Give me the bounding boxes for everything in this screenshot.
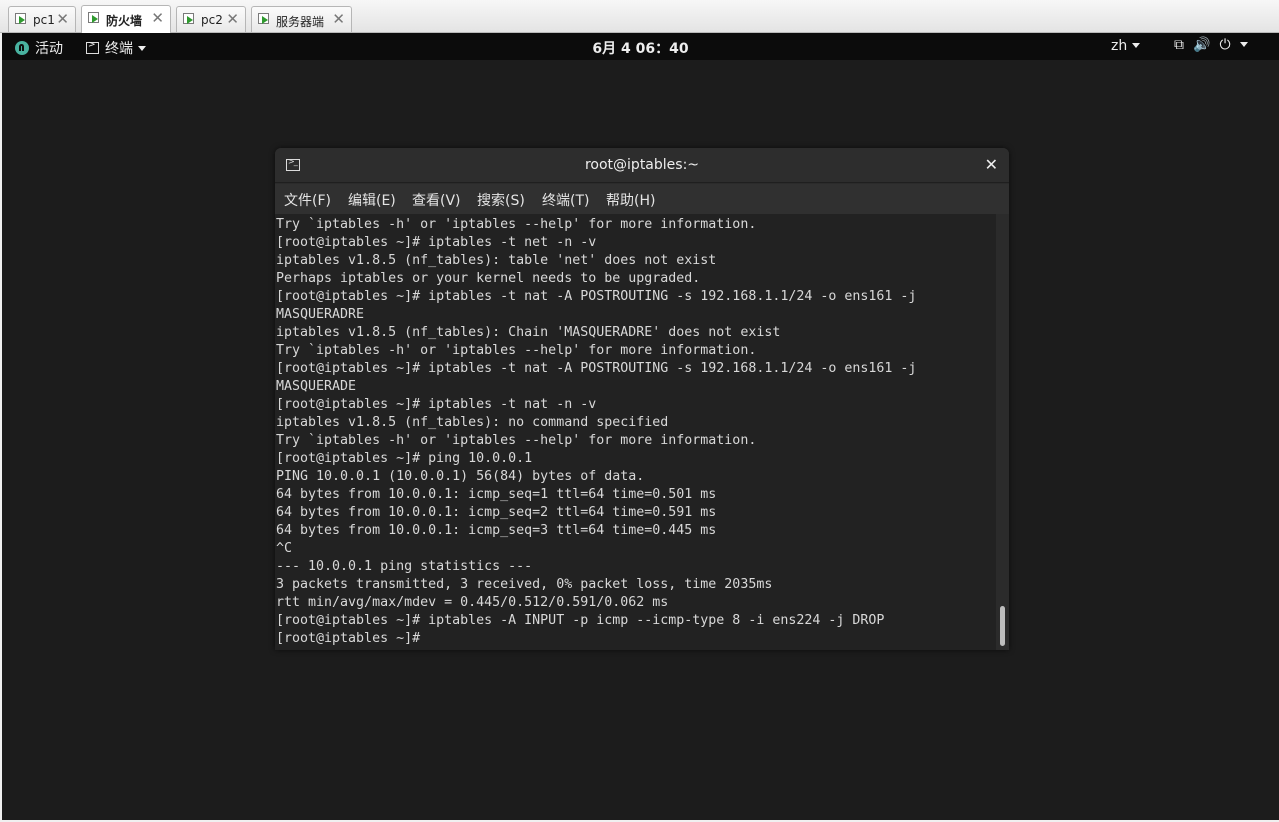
terminal-line: ^C [276,541,293,556]
vm-tab-server[interactable]: 服务器端 ✕ [251,6,352,32]
menu-file[interactable]: 文件(F) [284,190,331,210]
terminal-line: [root@iptables ~]# iptables -t net -n -v [276,235,597,250]
terminal-line: [root@iptables ~]# iptables -t nat -A PO… [276,361,917,376]
terminal-output[interactable]: Try `iptables -h' or 'iptables --help' f… [275,214,1009,650]
terminal-line: 3 packets transmitted, 3 received, 0% pa… [276,577,773,592]
close-icon[interactable]: ✕ [151,9,164,27]
guest-desktop: 活动 终端 6月 4 06：40 zh ⧉🔊⏻ root@iptables:~ … [2,33,1279,820]
menu-edit[interactable]: 编辑(E) [348,190,396,210]
terminal-line: --- 10.0.0.1 ping statistics --- [276,559,533,574]
vm-tab-label: pc2 [201,13,223,27]
terminal-line: [root@iptables ~]# iptables -A INPUT -p … [276,613,885,628]
close-icon[interactable]: ✕ [332,10,345,28]
terminal-line: 64 bytes from 10.0.0.1: icmp_seq=1 ttl=6… [276,487,717,502]
close-icon[interactable]: ✕ [226,10,239,28]
chevron-down-icon [1132,43,1141,48]
gnome-top-bar: 活动 终端 6月 4 06：40 zh ⧉🔊⏻ [2,33,1279,60]
vm-tab-label: pc1 [33,13,55,27]
window-title: root@iptables:~ [584,157,700,173]
terminal-line: Try `iptables -h' or 'iptables --help' f… [276,217,757,232]
terminal-line: PING 10.0.0.1 (10.0.0.1) 56(84) bytes of… [276,469,645,484]
terminal-menu-bar: 文件(F) 编辑(E) 查看(V) 搜索(S) 终端(T) 帮助(H) [275,184,1009,214]
terminal-header-bar[interactable]: root@iptables:~ ✕ [275,148,1009,183]
terminal-line: [root@iptables ~]# iptables -t nat -A PO… [276,289,917,304]
vm-tab-pc1[interactable]: pc1 ✕ [8,6,76,32]
vm-icon [15,13,26,24]
clock[interactable]: 6月 4 06：40 [2,38,1279,58]
scrollbar[interactable] [996,214,1009,650]
menu-view[interactable]: 查看(V) [412,190,461,210]
vm-tab-pc2[interactable]: pc2 ✕ [176,6,246,32]
network-icon: ⧉ [1174,37,1184,53]
close-icon[interactable]: ✕ [56,10,69,28]
terminal-line: [root@iptables ~]# [276,631,429,646]
menu-search[interactable]: 搜索(S) [477,190,525,210]
system-tray[interactable]: ⧉ 🔊 ⏻ [1174,37,1257,53]
terminal-line: Try `iptables -h' or 'iptables --help' f… [276,343,757,358]
terminal-line: 64 bytes from 10.0.0.1: icmp_seq=2 ttl=6… [276,505,717,520]
vm-icon [258,13,269,24]
vm-tab-label: 防火墙 [106,14,143,28]
terminal-line: iptables v1.8.5 (nf_tables): no command … [276,415,669,430]
terminal-line: iptables v1.8.5 (nf_tables): table 'net'… [276,253,717,268]
terminal-line: MASQUERADRE [276,307,365,322]
terminal-line: rtt min/avg/max/mdev = 0.445/0.512/0.591… [276,595,669,610]
terminal-line: 64 bytes from 10.0.0.1: icmp_seq=3 ttl=6… [276,523,717,538]
language-label: zh [1111,38,1128,54]
terminal-lines: Try `iptables -h' or 'iptables --help' f… [276,216,916,648]
scrollbar-thumb[interactable] [1000,606,1005,646]
terminal-window[interactable]: root@iptables:~ ✕ 文件(F) 编辑(E) 查看(V) 搜索(S… [275,148,1009,650]
terminal-line: [root@iptables ~]# ping 10.0.0.1 [276,451,533,466]
vm-tab-firewall[interactable]: 防火墙 ✕ [81,5,171,33]
menu-terminal[interactable]: 终端(T) [542,190,589,210]
input-method-menu[interactable]: zh [1111,38,1141,54]
vm-tab-bar: pc1 ✕ 防火墙 ✕ pc2 ✕ 服务器端 ✕ [0,0,1279,33]
chevron-down-icon [1239,42,1248,47]
volume-icon: 🔊 [1193,37,1211,53]
terminal-line: MASQUERADE [276,379,357,394]
terminal-line: [root@iptables ~]# iptables -t nat -n -v [276,397,597,412]
power-icon: ⏻ [1219,37,1231,53]
vm-tab-label: 服务器端 [276,15,325,29]
terminal-line: Try `iptables -h' or 'iptables --help' f… [276,433,757,448]
terminal-line: Perhaps iptables or your kernel needs to… [276,271,701,286]
close-icon[interactable]: ✕ [985,155,998,174]
vm-icon [183,13,194,24]
vm-icon [88,12,99,23]
terminal-line: iptables v1.8.5 (nf_tables): Chain 'MASQ… [276,325,781,340]
menu-help[interactable]: 帮助(H) [606,190,655,210]
